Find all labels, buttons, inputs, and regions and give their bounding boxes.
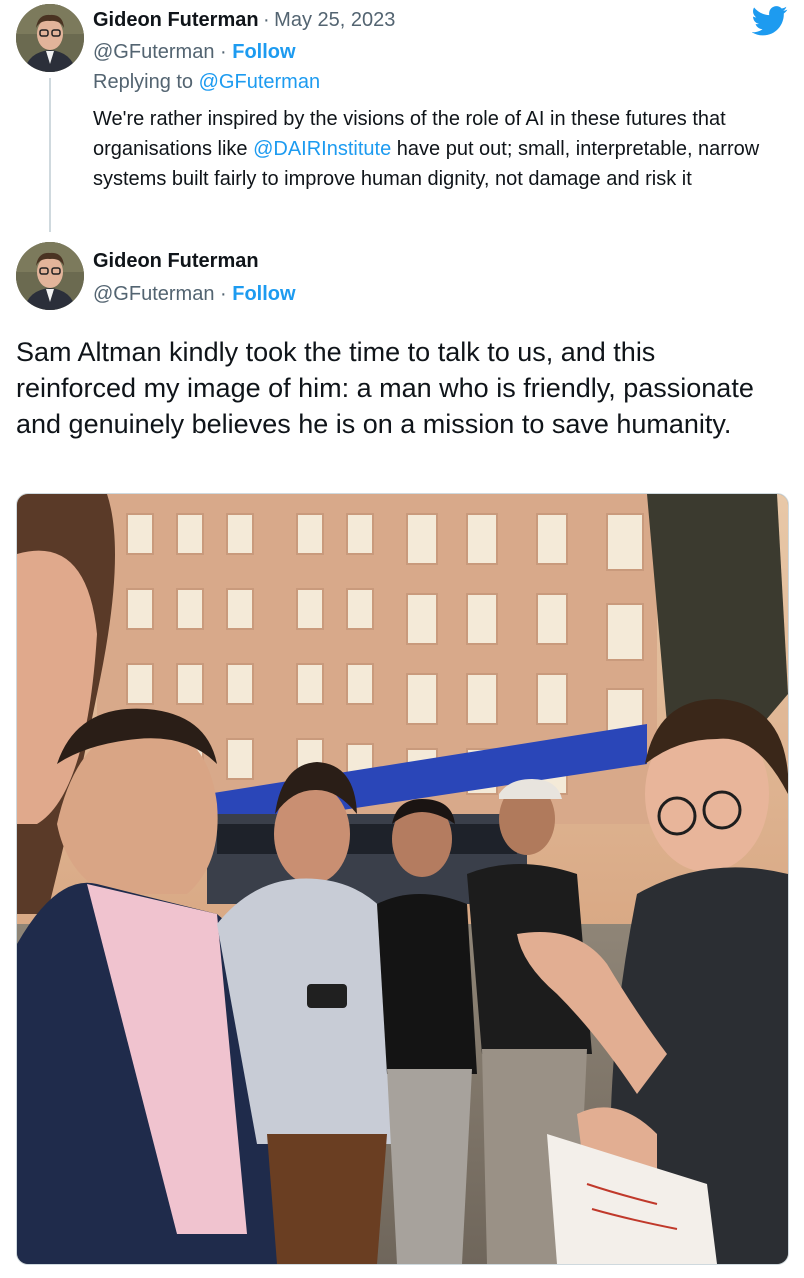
separator: · bbox=[220, 283, 227, 305]
tweet-date[interactable]: May 25, 2023 bbox=[274, 9, 395, 31]
main-header: Gideon Futerman bbox=[93, 247, 259, 275]
reply-handle-row: @GFuterman · Follow bbox=[93, 38, 296, 66]
reply-tweet-text: We're rather inspired by the visions of … bbox=[93, 104, 783, 194]
author-name[interactable]: Gideon Futerman bbox=[93, 250, 259, 272]
replying-to-label: Replying to bbox=[93, 71, 199, 93]
separator: · bbox=[220, 41, 227, 63]
twitter-bird-icon[interactable] bbox=[751, 6, 788, 36]
main-handle-row: @GFuterman · Follow bbox=[93, 280, 296, 308]
avatar[interactable] bbox=[16, 4, 84, 72]
follow-button[interactable]: Follow bbox=[232, 41, 295, 63]
reply-header: Gideon Futerman · May 25, 2023 bbox=[93, 6, 395, 34]
author-name[interactable]: Gideon Futerman bbox=[93, 9, 259, 31]
follow-button[interactable]: Follow bbox=[232, 283, 295, 305]
author-handle[interactable]: @GFuterman bbox=[93, 283, 214, 305]
author-handle[interactable]: @GFuterman bbox=[93, 41, 214, 63]
replying-to: Replying to @GFuterman bbox=[93, 68, 320, 96]
replying-to-handle[interactable]: @GFuterman bbox=[199, 71, 320, 93]
avatar[interactable] bbox=[16, 242, 84, 310]
thread-line bbox=[49, 78, 51, 232]
mention-link[interactable]: @DAIRInstitute bbox=[253, 138, 391, 160]
tweet-photo[interactable] bbox=[16, 493, 789, 1265]
main-tweet-text: Sam Altman kindly took the time to talk … bbox=[16, 337, 754, 439]
separator: · bbox=[263, 9, 270, 31]
